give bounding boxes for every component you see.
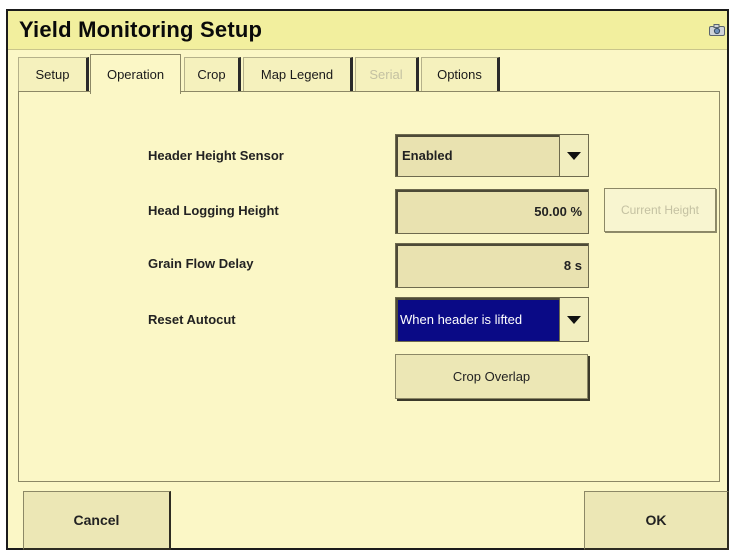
tab-setup[interactable]: Setup <box>18 57 89 91</box>
grain-flow-delay-label: Grain Flow Delay <box>148 256 254 271</box>
tab-label: Operation <box>106 67 165 82</box>
reset-autocut-label: Reset Autocut <box>148 312 236 327</box>
chevron-down-icon[interactable] <box>559 298 588 341</box>
dropdown-value: Enabled <box>402 148 453 163</box>
operation-panel: Header Height Sensor Enabled Head Loggin… <box>18 91 720 482</box>
head-logging-height-field[interactable]: 50.00 % <box>395 189 589 234</box>
tab-label: Setup <box>35 67 70 82</box>
tab-crop[interactable]: Crop <box>184 57 241 91</box>
tab-operation[interactable]: Operation <box>90 54 181 94</box>
header-height-sensor-dropdown[interactable]: Enabled <box>395 134 589 177</box>
title-bar: Yield Monitoring Setup <box>8 11 727 50</box>
tab-label: Serial <box>369 67 403 82</box>
field-value: 8 s <box>563 258 582 273</box>
current-height-button: Current Height <box>604 188 716 232</box>
ok-button[interactable]: OK <box>584 491 729 550</box>
tab-bar: Setup Operation Crop Map Legend Serial O… <box>18 54 718 94</box>
tab-label: Crop <box>197 67 226 82</box>
tab-serial: Serial <box>355 57 419 91</box>
cancel-button[interactable]: Cancel <box>23 491 171 550</box>
window-title: Yield Monitoring Setup <box>19 17 263 42</box>
head-logging-height-label: Head Logging Height <box>148 203 279 218</box>
tab-label: Options <box>437 67 482 82</box>
tab-label: Map Legend <box>260 67 334 82</box>
field-value: 50.00 % <box>534 204 582 219</box>
camera-icon[interactable] <box>709 24 725 36</box>
dropdown-value: When header is lifted <box>400 312 523 327</box>
header-height-sensor-label: Header Height Sensor <box>148 148 284 163</box>
dialog-window: Yield Monitoring Setup Setup Operation C… <box>6 9 729 550</box>
tab-options[interactable]: Options <box>421 57 500 91</box>
crop-overlap-button[interactable]: Crop Overlap <box>395 354 588 399</box>
reset-autocut-dropdown[interactable]: When header is lifted <box>395 297 589 342</box>
chevron-down-icon[interactable] <box>559 135 588 176</box>
tab-map-legend[interactable]: Map Legend <box>243 57 353 91</box>
grain-flow-delay-field[interactable]: 8 s <box>395 243 589 288</box>
